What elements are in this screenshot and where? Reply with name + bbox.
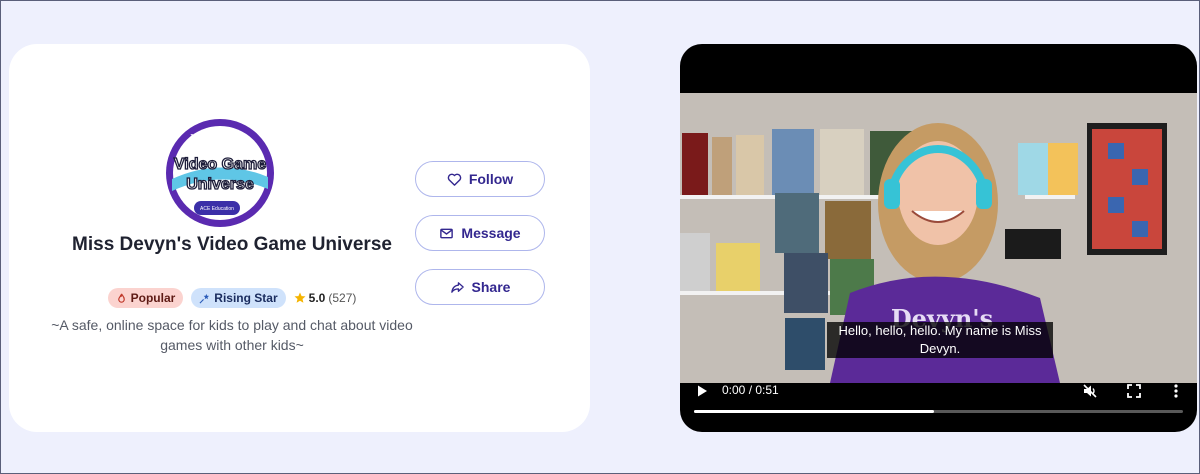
follow-button[interactable]: Follow xyxy=(415,161,545,197)
share-arrow-icon xyxy=(450,281,464,293)
popular-badge: Popular xyxy=(107,288,184,308)
svg-text:ACE Education: ACE Education xyxy=(200,206,234,212)
fullscreen-icon[interactable] xyxy=(1126,383,1142,399)
rating: 5.0 (527) xyxy=(294,291,357,305)
video-progress-bar[interactable] xyxy=(694,410,1183,413)
message-button[interactable]: Message xyxy=(415,215,545,251)
heart-icon xyxy=(447,173,462,186)
svg-text:Universe: Universe xyxy=(186,176,254,193)
video-controls: 0:00 / 0:51 xyxy=(680,379,1197,419)
svg-text:Miss Devyn's: Miss Devyn's xyxy=(190,134,250,144)
star-icon xyxy=(294,292,306,303)
share-button[interactable]: Share xyxy=(415,269,545,305)
envelope-icon xyxy=(440,228,454,238)
message-button-label: Message xyxy=(461,225,521,241)
more-options-icon[interactable] xyxy=(1168,383,1184,399)
profile-name: Miss Devyn's Video Game Universe xyxy=(72,234,392,255)
share-button-label: Share xyxy=(471,279,511,295)
play-icon[interactable] xyxy=(694,383,710,399)
popular-badge-label: Popular xyxy=(130,291,176,305)
rising-star-badge: Rising Star xyxy=(191,288,286,308)
rating-value: 5.0 xyxy=(308,291,326,305)
profile-logo: Miss Devyn's Video Game Universe ACE Edu… xyxy=(164,117,276,229)
profile-badges: Popular Rising Star 5.0 (527) xyxy=(61,288,403,308)
video-player[interactable]: Devyn's Hello, hello, hello. My name is … xyxy=(680,44,1197,432)
profile-card: Miss Devyn's Video Game Universe ACE Edu… xyxy=(9,44,590,432)
fire-icon xyxy=(117,293,125,303)
shooting-star-icon xyxy=(199,293,210,303)
rising-star-badge-label: Rising Star xyxy=(214,291,278,305)
mute-icon[interactable] xyxy=(1082,383,1098,399)
rating-count: (527) xyxy=(328,291,357,305)
video-caption: Hello, hello, hello. My name is Miss Dev… xyxy=(827,322,1053,358)
video-progress-fill xyxy=(694,410,934,413)
follow-button-label: Follow xyxy=(468,171,514,187)
svg-text:Video Game: Video Game xyxy=(174,156,266,173)
profile-description: ~A safe, online space for kids to play a… xyxy=(51,317,413,353)
video-time: 0:00 / 0:51 xyxy=(722,383,779,397)
